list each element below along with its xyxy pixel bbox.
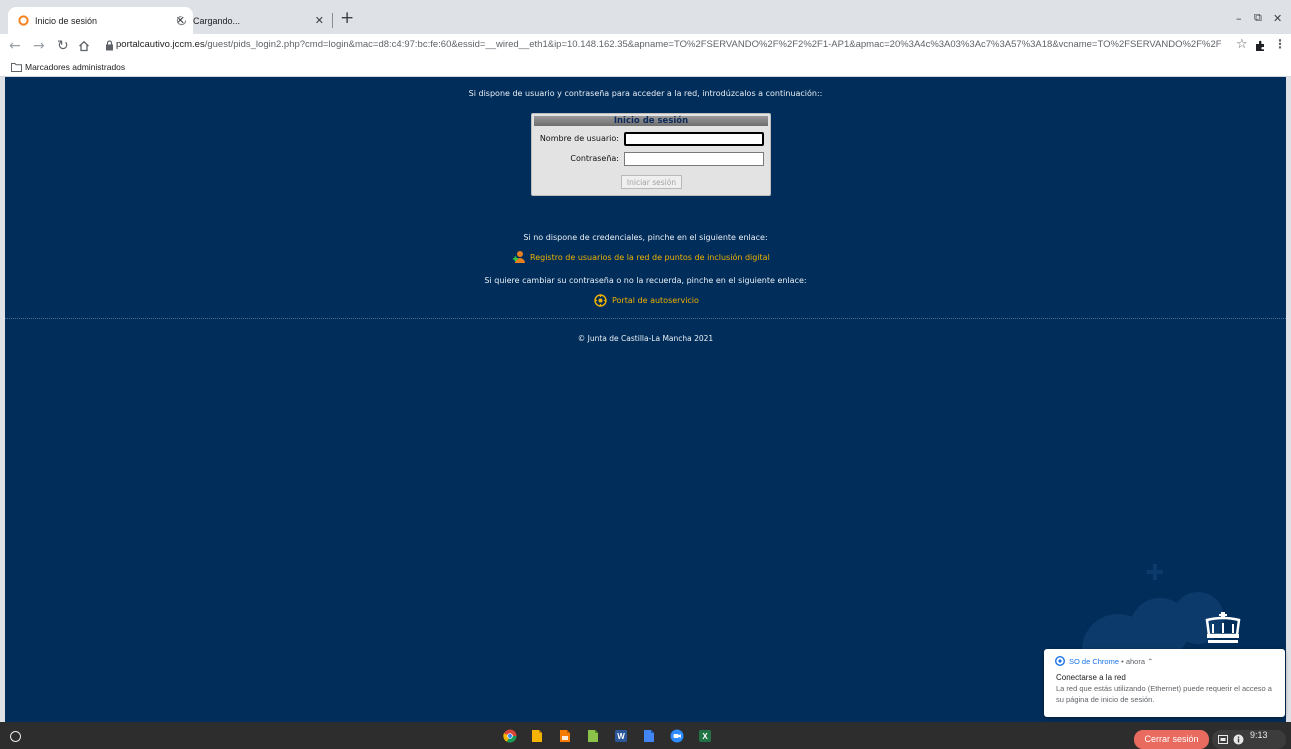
forward-icon[interactable]: → (33, 38, 45, 54)
lock-icon[interactable] (105, 40, 114, 51)
ethernet-icon (1218, 735, 1228, 744)
password-input[interactable] (624, 152, 764, 166)
tab-strip: Inicio de sesión ✕ Cargando... ✕ + – ⧉ ✕ (0, 0, 1291, 34)
menu-icon[interactable]: ⋮ (1274, 37, 1286, 51)
bookmark-star-icon[interactable]: ☆ (1236, 37, 1248, 52)
close-tab-icon[interactable]: ✕ (315, 14, 324, 27)
register-link[interactable]: Registro de usuarios de la red de puntos… (530, 253, 770, 262)
minimize-icon[interactable]: – (1236, 12, 1242, 25)
excel-app-icon[interactable]: X (698, 729, 712, 743)
login-form: Inicio de sesión Nombre de usuario: Cont… (531, 113, 771, 196)
no-credentials-text: Si no dispone de credenciales, pinche en… (523, 233, 768, 242)
orange-circle-icon (18, 15, 29, 26)
restore-icon[interactable]: ⧉ (1254, 11, 1262, 25)
address-bar[interactable]: portalcautivo.jccm.es/guest/pids_login2.… (116, 39, 1221, 50)
bookmark-folder-managed[interactable]: Marcadores administrados (25, 62, 125, 72)
close-window-icon[interactable]: ✕ (1273, 12, 1282, 25)
self-service-link[interactable]: Portal de autoservicio (612, 296, 699, 305)
word-app-icon[interactable]: W (614, 729, 628, 743)
svg-text:W: W (617, 732, 625, 741)
docs-app-icon[interactable] (642, 729, 656, 743)
login-title: Inicio de sesión (534, 116, 768, 126)
reload-icon[interactable]: ↻ (57, 38, 69, 54)
chrome-os-notification[interactable]: SO de Chrome • ahora ⌃ Conectarse a la r… (1044, 649, 1285, 717)
back-icon[interactable]: ← (9, 38, 21, 54)
tab-title: Cargando... (193, 15, 241, 26)
change-password-text: Si quiere cambiar su contraseña o no la … (484, 276, 807, 285)
bookmarks-bar (0, 60, 1291, 77)
username-label: Nombre de usuario: (539, 134, 619, 143)
chrome-icon[interactable] (503, 729, 517, 743)
extensions-icon[interactable] (1254, 40, 1266, 52)
divider (5, 318, 1286, 319)
status-tray[interactable]: 9:13 (1212, 730, 1286, 749)
notification-source: SO de Chrome • ahora ⌃ (1069, 657, 1153, 666)
login-button[interactable]: Iniciar sesión (621, 175, 682, 189)
intro-text: Si dispone de usuario y contraseña para … (468, 89, 823, 98)
password-label: Contraseña: (570, 154, 619, 163)
slides-app-icon[interactable] (558, 729, 572, 743)
notification-title: Conectarse a la red (1056, 673, 1126, 682)
sign-out-button[interactable]: Cerrar sesión (1134, 730, 1209, 749)
username-input[interactable] (624, 132, 764, 146)
home-icon[interactable] (78, 40, 90, 52)
svg-text:X: X (702, 732, 708, 741)
loading-spinner-icon (176, 15, 187, 26)
info-icon (1233, 734, 1244, 745)
footer-copyright: © Junta de Castilla-La Mancha 2021 (577, 334, 714, 343)
url-host: portalcautivo.jccm.es (116, 39, 205, 50)
clock: 9:13 (1250, 730, 1268, 740)
add-user-icon (513, 251, 525, 263)
notification-source-name: SO de Chrome (1069, 657, 1120, 666)
folder-icon (11, 63, 22, 72)
url-path: /guest/pids_login2.php?cmd=login&mac=d8:… (204, 39, 1221, 50)
new-tab-button[interactable]: + (340, 10, 354, 27)
tab-title: Inicio de sesión (35, 15, 98, 26)
files-app-icon[interactable] (530, 729, 544, 743)
notification-body: La red que estás utilizando (Ethernet) p… (1056, 684, 1272, 704)
chrome-os-icon (1055, 656, 1065, 666)
zoom-app-icon[interactable] (670, 729, 684, 743)
tab-cargando[interactable]: Cargando... ✕ (166, 7, 332, 34)
launcher-icon[interactable] (10, 731, 21, 742)
notification-time[interactable]: • ahora ⌃ (1121, 657, 1153, 666)
sheets-app-icon[interactable] (586, 729, 600, 743)
tab-separator (332, 13, 333, 28)
self-service-icon (594, 294, 607, 307)
